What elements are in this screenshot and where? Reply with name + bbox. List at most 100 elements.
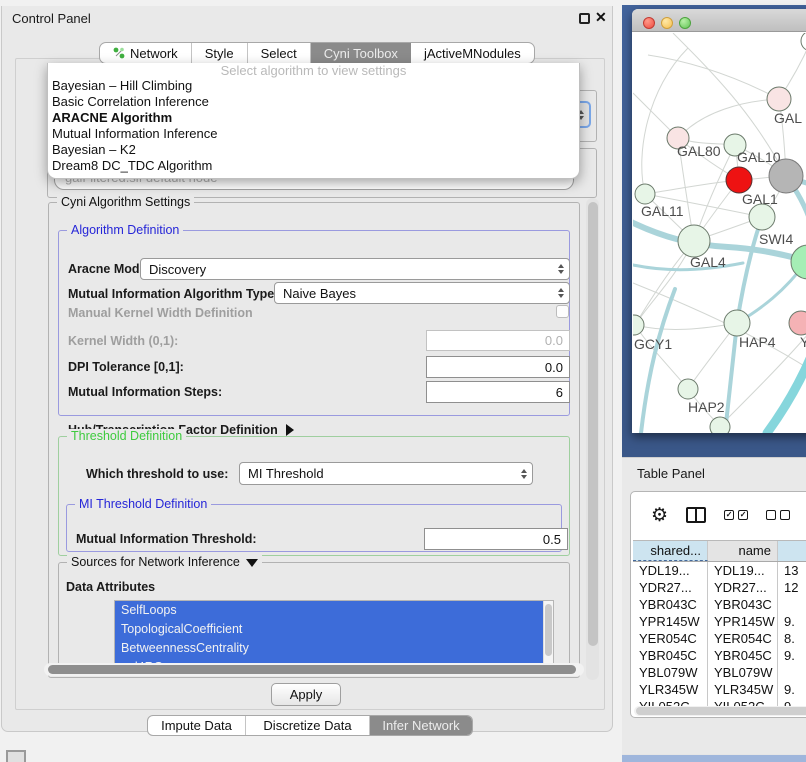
mi-steps-value: 6 (556, 385, 563, 400)
float-window-icon[interactable] (579, 13, 590, 24)
table-row[interactable]: YER054CYER054C8. (633, 630, 806, 647)
attribute-item[interactable]: TopologicalCoefficient (115, 620, 543, 639)
settings-horizontal-scrollbar-thumb[interactable] (48, 665, 576, 674)
columns-icon[interactable] (686, 507, 706, 523)
tab-style[interactable]: Style (192, 43, 248, 63)
which-threshold-value: MI Threshold (248, 466, 324, 481)
apply-button[interactable]: Apply (271, 683, 341, 706)
dpi-tolerance-field[interactable]: 0.0 (426, 356, 570, 378)
which-threshold-combo[interactable]: MI Threshold (239, 462, 533, 485)
network-icon (113, 47, 125, 59)
settings-horizontal-scrollbar[interactable] (44, 663, 584, 676)
table-cell: YBR045C (633, 647, 708, 664)
table-cell: YBL079W (633, 664, 708, 681)
table-header-row: shared...nameA (633, 540, 806, 562)
minimize-traffic-light-icon[interactable] (661, 17, 673, 29)
settings-vertical-scrollbar-thumb[interactable] (588, 202, 598, 646)
kernel-width-field[interactable]: 0.0 (426, 330, 570, 351)
algorithm-option[interactable]: ARACNE Algorithm (48, 110, 579, 126)
attribute-item[interactable]: BetweennessCentrality (115, 639, 543, 658)
stepper-arrows-icon (521, 469, 527, 479)
minimized-panel-icon[interactable] (6, 750, 26, 762)
network-node-hap2[interactable] (678, 379, 698, 399)
network-canvas[interactable]: GALGAL80GAL10GAL1GAL11SWI4GAL4GCY1HAP4YH… (633, 33, 806, 433)
close-icon[interactable]: ✕ (595, 9, 607, 26)
tab-cyni-toolbox[interactable]: Cyni Toolbox (311, 43, 411, 63)
deselect-all-checks-icon[interactable] (766, 510, 790, 520)
mi-threshold-label: Mutual Information Threshold: (76, 532, 257, 546)
node-table: shared...nameA YDL19...YDL19...13YDR27..… (633, 540, 806, 708)
table-cell: YPR145W (633, 613, 708, 630)
zoom-traffic-light-icon[interactable] (679, 17, 691, 29)
algorithm-option[interactable]: Bayesian – K2 (48, 142, 579, 158)
network-node-y[interactable] (789, 311, 806, 335)
table-toolbar: ⚙ ✓✓ (631, 492, 806, 538)
table-cell: YBR043C (633, 596, 708, 613)
network-node-gcy1[interactable] (633, 315, 644, 335)
sources-legend[interactable]: Sources for Network Inference (67, 555, 262, 569)
tab-select[interactable]: Select (248, 43, 311, 63)
table-row[interactable]: YBR043CYBR043C (633, 596, 806, 613)
algorithm-option[interactable]: Bayesian – Hill Climbing (48, 78, 579, 94)
manual-kernel-checkbox[interactable] (556, 305, 569, 318)
column-header[interactable]: name (708, 541, 778, 561)
table-row[interactable]: YDR27...YDR27...12 (633, 579, 806, 596)
table-row[interactable]: YDL19...YDL19...13 (633, 562, 806, 579)
attribute-item[interactable]: SelfLoops (115, 601, 543, 620)
table-cell (778, 664, 806, 681)
aracne-mode-combo[interactable]: Discovery (140, 258, 570, 280)
control-panel: Control Panel ✕ NetworkStyleSelectCyni T… (1, 6, 613, 732)
tab-network[interactable]: Network (100, 43, 192, 63)
kernel-width-value: 0.0 (545, 333, 563, 348)
network-window-titlebar[interactable] (632, 9, 806, 32)
table-cell: YDL19... (708, 562, 778, 579)
network-node[interactable] (801, 33, 806, 51)
network-node-gal1[interactable] (726, 167, 752, 193)
algorithm-option[interactable]: Basic Correlation Inference (48, 94, 579, 110)
mi-threshold-definition-legend: MI Threshold Definition (75, 497, 211, 511)
node-label: GAL1 (742, 191, 778, 207)
table-horizontal-scrollbar-thumb[interactable] (636, 707, 806, 715)
node-label: HAP2 (688, 399, 725, 415)
mi-type-label: Mutual Information Algorithm Type: (68, 287, 278, 301)
list-vertical-scrollbar-thumb[interactable] (545, 604, 552, 656)
network-node-gal4[interactable] (678, 225, 710, 257)
data-attributes-items: SelfLoopsTopologicalCoefficientBetweenne… (115, 601, 553, 670)
table-row[interactable]: YBR045CYBR045C9. (633, 647, 806, 664)
table-cell: YLR345W (708, 681, 778, 698)
algorithm-option[interactable]: Mutual Information Inference (48, 126, 579, 142)
mi-steps-field[interactable]: 6 (426, 381, 570, 403)
table-cell: 13 (778, 562, 806, 579)
tab-infer-network[interactable]: Infer Network (370, 716, 472, 735)
table-cell (778, 596, 806, 613)
network-node-hap4[interactable] (724, 310, 750, 336)
table-row[interactable]: YBL079WYBL079W (633, 664, 806, 681)
tab-impute-data[interactable]: Impute Data (148, 716, 246, 735)
table-panel-box: ⚙ ✓✓ shared...nameA YDL19...YDL19...13YD… (630, 491, 806, 718)
popup-item-list: Bayesian – Hill ClimbingBasic Correlatio… (48, 78, 579, 174)
tab-jactivemnodules[interactable]: jActiveMNodules (411, 43, 534, 63)
table-row[interactable]: YPR145WYPR145W9. (633, 613, 806, 630)
tab-discretize-data[interactable]: Discretize Data (246, 716, 370, 735)
data-attributes-list: SelfLoopsTopologicalCoefficientBetweenne… (114, 600, 554, 670)
mi-threshold-field[interactable]: 0.5 (424, 528, 568, 550)
network-node-gal[interactable] (767, 87, 791, 111)
column-header[interactable]: A (778, 541, 806, 561)
list-vertical-scrollbar[interactable] (543, 601, 553, 669)
select-all-checks-icon[interactable]: ✓✓ (724, 510, 748, 520)
network-node-swi4[interactable] (749, 204, 775, 230)
mi-type-combo[interactable]: Naive Bayes (274, 282, 570, 304)
network-node[interactable] (710, 417, 730, 433)
mi-type-value: Naive Bayes (283, 286, 356, 301)
background-window-strip (622, 754, 806, 762)
threshold-definition-legend: Threshold Definition (67, 429, 186, 443)
gear-icon[interactable]: ⚙ (651, 506, 668, 525)
network-node-gal11[interactable] (635, 184, 655, 204)
network-node[interactable] (791, 245, 806, 279)
settings-vertical-scrollbar[interactable] (586, 198, 599, 680)
table-horizontal-scrollbar[interactable] (634, 706, 806, 716)
table-row[interactable]: YLR345WYLR345W9. (633, 681, 806, 698)
column-header[interactable]: shared... (633, 541, 708, 561)
close-traffic-light-icon[interactable] (643, 17, 655, 29)
algorithm-option[interactable]: Dream8 DC_TDC Algorithm (48, 158, 579, 174)
